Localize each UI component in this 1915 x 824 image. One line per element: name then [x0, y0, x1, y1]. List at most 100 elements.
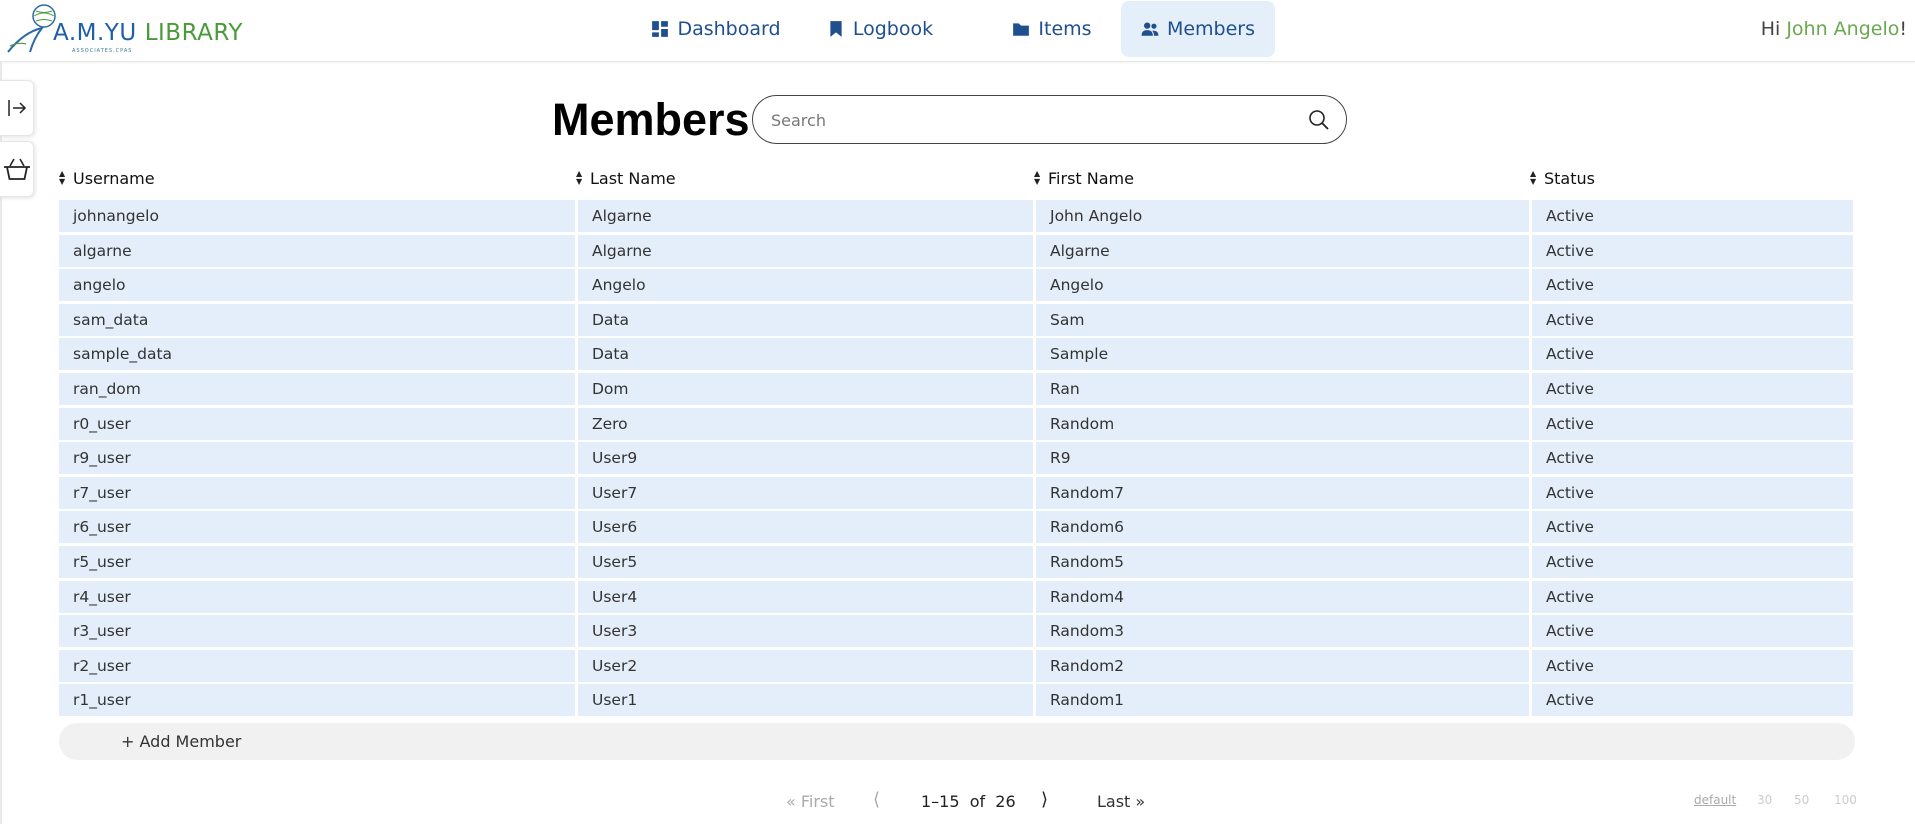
cell-first-name: Random	[1036, 407, 1529, 440]
column-label: First Name	[1048, 168, 1134, 188]
greeting-suffix: !	[1899, 18, 1907, 40]
page-size-50[interactable]: 50	[1794, 793, 1809, 807]
column-header-last-name[interactable]: ▲ ▼ Last Name	[576, 158, 676, 198]
table-row[interactable]: r7_user User7 Random7 Active	[59, 475, 1853, 510]
cell-username: r0_user	[59, 407, 575, 440]
table-row[interactable]: r9_user User9 R9 Active	[59, 440, 1853, 475]
cell-last-name: User4	[578, 580, 1033, 613]
add-member-label: + Add Member	[121, 732, 242, 751]
user-greeting: Hi John Angelo!	[1761, 18, 1907, 40]
cell-username: algarne	[59, 234, 575, 267]
logo-brand: A.M.YU	[53, 20, 137, 46]
cell-last-name: Dom	[578, 372, 1033, 405]
cell-status: Active	[1532, 407, 1853, 440]
table-body: johnangelo Algarne John Angelo Active algarn…	[59, 198, 1853, 717]
cell-last-name: Zero	[578, 407, 1033, 440]
basket-button[interactable]	[0, 141, 34, 197]
first-page-button[interactable]: « First	[786, 792, 835, 811]
cell-status: Active	[1532, 372, 1853, 405]
column-header-status[interactable]: ▲ ▼ Status	[1530, 158, 1595, 198]
table-row[interactable]: r5_user User5 Random5 Active	[59, 544, 1853, 579]
cell-first-name: Random4	[1036, 580, 1529, 613]
dashboard-icon	[652, 21, 669, 37]
sort-icon[interactable]: ▲ ▼	[1530, 170, 1540, 186]
nav-dashboard[interactable]: Dashboard	[648, 1, 784, 57]
cell-last-name: User9	[578, 442, 1033, 475]
basket-icon	[3, 158, 30, 180]
cell-username: johnangelo	[59, 200, 575, 232]
cell-last-name: Algarne	[578, 234, 1033, 267]
page-range: 1–15 of 26	[921, 792, 1016, 811]
page-size-30[interactable]: 30	[1757, 793, 1772, 807]
members-table: ▲ ▼ Username ▲ ▼ Last Name ▲ ▼ First Name ▲…	[59, 158, 1853, 717]
sort-icon[interactable]: ▲ ▼	[59, 170, 69, 186]
cell-status: Active	[1532, 200, 1853, 232]
page-size-default[interactable]: default	[1694, 793, 1736, 807]
table-row[interactable]: ran_dom Dom Ran Active	[59, 371, 1853, 406]
cell-username: sam_data	[59, 303, 575, 336]
search-input[interactable]	[771, 108, 1291, 132]
cell-first-name: Algarne	[1036, 234, 1529, 267]
search-icon[interactable]	[1308, 109, 1330, 131]
cell-first-name: Random7	[1036, 476, 1529, 509]
nav-logbook[interactable]: Logbook	[820, 1, 940, 57]
cell-status: Active	[1532, 580, 1853, 613]
nav-dashboard-label: Dashboard	[677, 18, 781, 40]
nav-items-label: Items	[1038, 18, 1092, 40]
column-header-username[interactable]: ▲ ▼ Username	[59, 158, 155, 198]
cell-status: Active	[1532, 649, 1853, 682]
search-box[interactable]	[752, 95, 1347, 144]
table-row[interactable]: r0_user Zero Random Active	[59, 406, 1853, 441]
expand-sidebar-icon	[7, 100, 26, 116]
cell-username: r6_user	[59, 511, 575, 544]
page-size-100[interactable]: 100	[1834, 793, 1857, 807]
next-page-button[interactable]: ⟩	[1041, 789, 1048, 810]
sort-icon[interactable]: ▲ ▼	[1034, 170, 1044, 186]
cell-username: r9_user	[59, 442, 575, 475]
cell-status: Active	[1532, 234, 1853, 267]
cell-status: Active	[1532, 476, 1853, 509]
cell-last-name: User5	[578, 545, 1033, 578]
cell-status: Active	[1532, 338, 1853, 371]
nav-members-label: Members	[1166, 18, 1256, 40]
cell-username: r2_user	[59, 649, 575, 682]
cell-first-name: Random6	[1036, 511, 1529, 544]
table-row[interactable]: johnangelo Algarne John Angelo Active	[59, 198, 1853, 233]
prev-page-button[interactable]: ⟨	[873, 789, 880, 810]
table-row[interactable]: algarne Algarne Algarne Active	[59, 233, 1853, 268]
user-name[interactable]: John Angelo	[1786, 18, 1899, 40]
table-row[interactable]: r6_user User6 Random6 Active	[59, 509, 1853, 544]
last-page-button[interactable]: Last »	[1097, 792, 1145, 811]
expand-sidebar-button[interactable]	[0, 80, 34, 136]
nav-logbook-label: Logbook	[852, 18, 934, 40]
nav-items[interactable]: Items	[992, 1, 1112, 57]
cell-status: Active	[1532, 269, 1853, 302]
column-label: Username	[73, 168, 155, 188]
table-row[interactable]: sample_data Data Sample Active	[59, 336, 1853, 371]
logo[interactable]: A.M.YU LIBRARY ASSOCIATES,CPAS	[4, 2, 242, 58]
column-label: Last Name	[590, 168, 676, 188]
table-row[interactable]: r4_user User4 Random4 Active	[59, 579, 1853, 614]
cell-username: angelo	[59, 269, 575, 302]
cell-username: r1_user	[59, 684, 575, 717]
column-label: Status	[1544, 168, 1595, 188]
cell-first-name: R9	[1036, 442, 1529, 475]
nav-members[interactable]: Members	[1121, 1, 1275, 57]
table-row[interactable]: r2_user User2 Random2 Active	[59, 648, 1853, 683]
cell-username: ran_dom	[59, 372, 575, 405]
cell-first-name: John Angelo	[1036, 200, 1529, 232]
logo-library: LIBRARY	[144, 20, 243, 46]
cell-first-name: Random1	[1036, 684, 1529, 717]
sort-icon[interactable]: ▲ ▼	[576, 170, 586, 186]
cell-status: Active	[1532, 442, 1853, 475]
bookmark-icon	[830, 21, 842, 37]
cell-status: Active	[1532, 615, 1853, 648]
table-row[interactable]: r3_user User3 Random3 Active	[59, 613, 1853, 648]
column-header-first-name[interactable]: ▲ ▼ First Name	[1034, 158, 1134, 198]
add-member-button[interactable]: + Add Member	[59, 723, 1855, 760]
cell-username: r5_user	[59, 545, 575, 578]
table-row[interactable]: sam_data Data Sam Active	[59, 302, 1853, 337]
table-row[interactable]: r1_user User1 Random1 Active	[59, 682, 1853, 717]
table-row[interactable]: angelo Angelo Angelo Active	[59, 267, 1853, 302]
cell-last-name: Algarne	[578, 200, 1033, 232]
